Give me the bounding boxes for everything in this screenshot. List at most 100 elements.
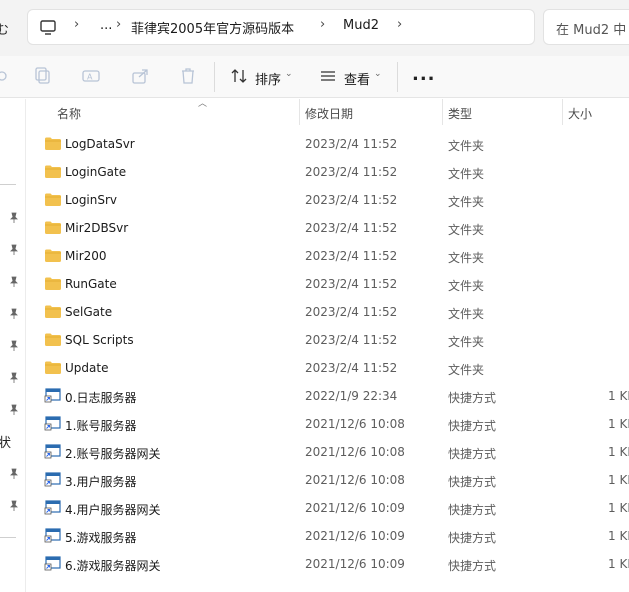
column-divider[interactable] bbox=[442, 99, 443, 125]
file-size: 1 KI bbox=[608, 417, 629, 431]
file-type: 文件夹 bbox=[448, 307, 485, 321]
file-name: SelGate bbox=[65, 305, 113, 319]
file-modified-date: 2021/12/6 10:08 bbox=[305, 473, 405, 487]
file-row[interactable]: 2.账号服务器网关 2021/12/6 10:08 快捷方式 1 KI bbox=[27, 438, 629, 466]
file-type: 快捷方式 bbox=[448, 503, 497, 517]
chevron-right-icon[interactable]: › bbox=[74, 17, 79, 32]
nav-divider bbox=[0, 184, 16, 185]
folder-icon bbox=[45, 137, 61, 150]
file-modified-date: 2023/2/4 11:52 bbox=[305, 305, 398, 319]
sort-icon[interactable] bbox=[229, 66, 249, 86]
file-row[interactable]: SelGate 2023/2/4 11:52 文件夹 bbox=[27, 298, 629, 326]
pin-icon[interactable] bbox=[9, 308, 19, 320]
file-name: 4.用户服务器网关 bbox=[65, 503, 161, 517]
chevron-down-icon[interactable]: ⌄ bbox=[374, 69, 382, 79]
sort-button[interactable]: 排序 bbox=[255, 69, 281, 88]
nav-item-partial-label[interactable]: 状 bbox=[0, 432, 11, 451]
shortcut-icon bbox=[44, 528, 61, 543]
chevron-down-icon[interactable]: ⌄ bbox=[285, 69, 293, 79]
file-row[interactable]: 1.账号服务器 2021/12/6 10:08 快捷方式 1 KI bbox=[27, 410, 629, 438]
file-type: 快捷方式 bbox=[448, 559, 497, 573]
folder-icon bbox=[45, 221, 61, 234]
svg-text:A: A bbox=[87, 73, 93, 82]
file-size: 1 KI bbox=[608, 557, 629, 571]
file-modified-date: 2021/12/6 10:08 bbox=[305, 445, 405, 459]
column-header-date[interactable]: 修改日期 bbox=[305, 105, 353, 122]
file-row[interactable]: SQL Scripts 2023/2/4 11:52 文件夹 bbox=[27, 326, 629, 354]
copy-icon[interactable] bbox=[33, 66, 53, 86]
column-header-type[interactable]: 类型 bbox=[448, 105, 472, 122]
file-row[interactable]: 6.游戏服务器网关 2021/12/6 10:09 快捷方式 1 KI bbox=[27, 550, 629, 578]
file-row[interactable]: 0.日志服务器 2022/1/9 22:34 快捷方式 1 KI bbox=[27, 382, 629, 410]
pin-icon[interactable] bbox=[9, 244, 19, 256]
cut-icon[interactable] bbox=[0, 66, 8, 86]
folder-icon bbox=[45, 165, 61, 178]
column-divider[interactable] bbox=[562, 99, 563, 125]
file-type: 文件夹 bbox=[448, 335, 485, 349]
column-divider[interactable] bbox=[299, 99, 300, 125]
pin-icon[interactable] bbox=[9, 372, 19, 384]
file-row[interactable]: LoginGate 2023/2/4 11:52 文件夹 bbox=[27, 158, 629, 186]
file-row[interactable]: 5.游戏服务器 2021/12/6 10:09 快捷方式 1 KI bbox=[27, 522, 629, 550]
pin-icon[interactable] bbox=[9, 340, 19, 352]
share-icon[interactable] bbox=[130, 66, 150, 86]
file-name: 0.日志服务器 bbox=[65, 391, 137, 405]
monitor-icon[interactable] bbox=[38, 17, 58, 37]
nav-divider bbox=[0, 537, 16, 538]
file-name: 1.账号服务器 bbox=[65, 419, 137, 433]
file-modified-date: 2021/12/6 10:09 bbox=[305, 557, 405, 571]
rename-icon[interactable]: A bbox=[81, 66, 101, 86]
file-name: Update bbox=[65, 361, 109, 375]
toolbar-divider bbox=[397, 62, 398, 92]
breadcrumb-item-parent[interactable]: 菲律宾2005年官方源码版本 bbox=[131, 18, 294, 37]
chevron-right-icon[interactable]: › bbox=[397, 17, 402, 32]
file-modified-date: 2021/12/6 10:08 bbox=[305, 417, 405, 431]
more-options-button[interactable]: ... bbox=[412, 64, 436, 85]
breadcrumb-overflow[interactable]: ... bbox=[100, 18, 112, 33]
file-row[interactable]: Update 2023/2/4 11:52 文件夹 bbox=[27, 354, 629, 382]
pin-icon[interactable] bbox=[9, 276, 19, 288]
file-type: 文件夹 bbox=[448, 223, 485, 237]
shortcut-icon bbox=[44, 472, 61, 487]
file-type: 文件夹 bbox=[448, 363, 485, 377]
file-type: 文件夹 bbox=[448, 139, 485, 153]
command-bar: A 排序 ⌄ 查看 ⌄ ... bbox=[0, 56, 629, 98]
file-row[interactable]: 3.用户服务器 2021/12/6 10:08 快捷方式 1 KI bbox=[27, 466, 629, 494]
pin-icon[interactable] bbox=[9, 500, 19, 512]
file-name: Mir2DBSvr bbox=[65, 221, 129, 235]
chevron-right-icon[interactable]: › bbox=[116, 17, 121, 32]
chevron-right-icon[interactable]: › bbox=[320, 17, 325, 32]
file-modified-date: 2023/2/4 11:52 bbox=[305, 277, 398, 291]
file-row[interactable]: LogDataSvr 2023/2/4 11:52 文件夹 bbox=[27, 130, 629, 158]
file-row[interactable]: Mir2DBSvr 2023/2/4 11:52 文件夹 bbox=[27, 214, 629, 242]
file-type: 快捷方式 bbox=[448, 475, 497, 489]
shortcut-icon bbox=[44, 556, 61, 571]
file-name: 5.游戏服务器 bbox=[65, 531, 137, 545]
file-size: 1 KI bbox=[608, 501, 629, 515]
pin-icon[interactable] bbox=[9, 404, 19, 416]
address-bar-row: む › ... › 菲律宾2005年官方源码版本 › Mud2 › 在 Mud2… bbox=[0, 0, 629, 56]
delete-icon[interactable] bbox=[178, 66, 198, 86]
file-name: 3.用户服务器 bbox=[65, 475, 137, 489]
column-header-name[interactable]: 名称 bbox=[57, 105, 81, 122]
file-row[interactable]: LoginSrv 2023/2/4 11:52 文件夹 bbox=[27, 186, 629, 214]
shortcut-icon bbox=[44, 444, 61, 459]
pin-icon[interactable] bbox=[9, 468, 19, 480]
column-header-size[interactable]: 大小 bbox=[568, 105, 592, 122]
file-name: LoginSrv bbox=[65, 193, 118, 207]
file-modified-date: 2023/2/4 11:52 bbox=[305, 221, 398, 235]
navigation-pane: 状 bbox=[0, 99, 26, 592]
file-size: 1 KI bbox=[608, 445, 629, 459]
file-type: 快捷方式 bbox=[448, 419, 497, 433]
view-icon[interactable] bbox=[318, 66, 338, 86]
view-button[interactable]: 查看 bbox=[344, 69, 370, 88]
file-size: 1 KI bbox=[608, 389, 629, 403]
search-placeholder: 在 Mud2 中 bbox=[556, 23, 627, 38]
file-row[interactable]: Mir200 2023/2/4 11:52 文件夹 bbox=[27, 242, 629, 270]
file-modified-date: 2023/2/4 11:52 bbox=[305, 361, 398, 375]
breadcrumb-item-current[interactable]: Mud2 bbox=[343, 18, 379, 33]
file-size: 1 KI bbox=[608, 529, 629, 543]
pin-icon[interactable] bbox=[9, 212, 19, 224]
file-row[interactable]: RunGate 2023/2/4 11:52 文件夹 bbox=[27, 270, 629, 298]
file-row[interactable]: 4.用户服务器网关 2021/12/6 10:09 快捷方式 1 KI bbox=[27, 494, 629, 522]
